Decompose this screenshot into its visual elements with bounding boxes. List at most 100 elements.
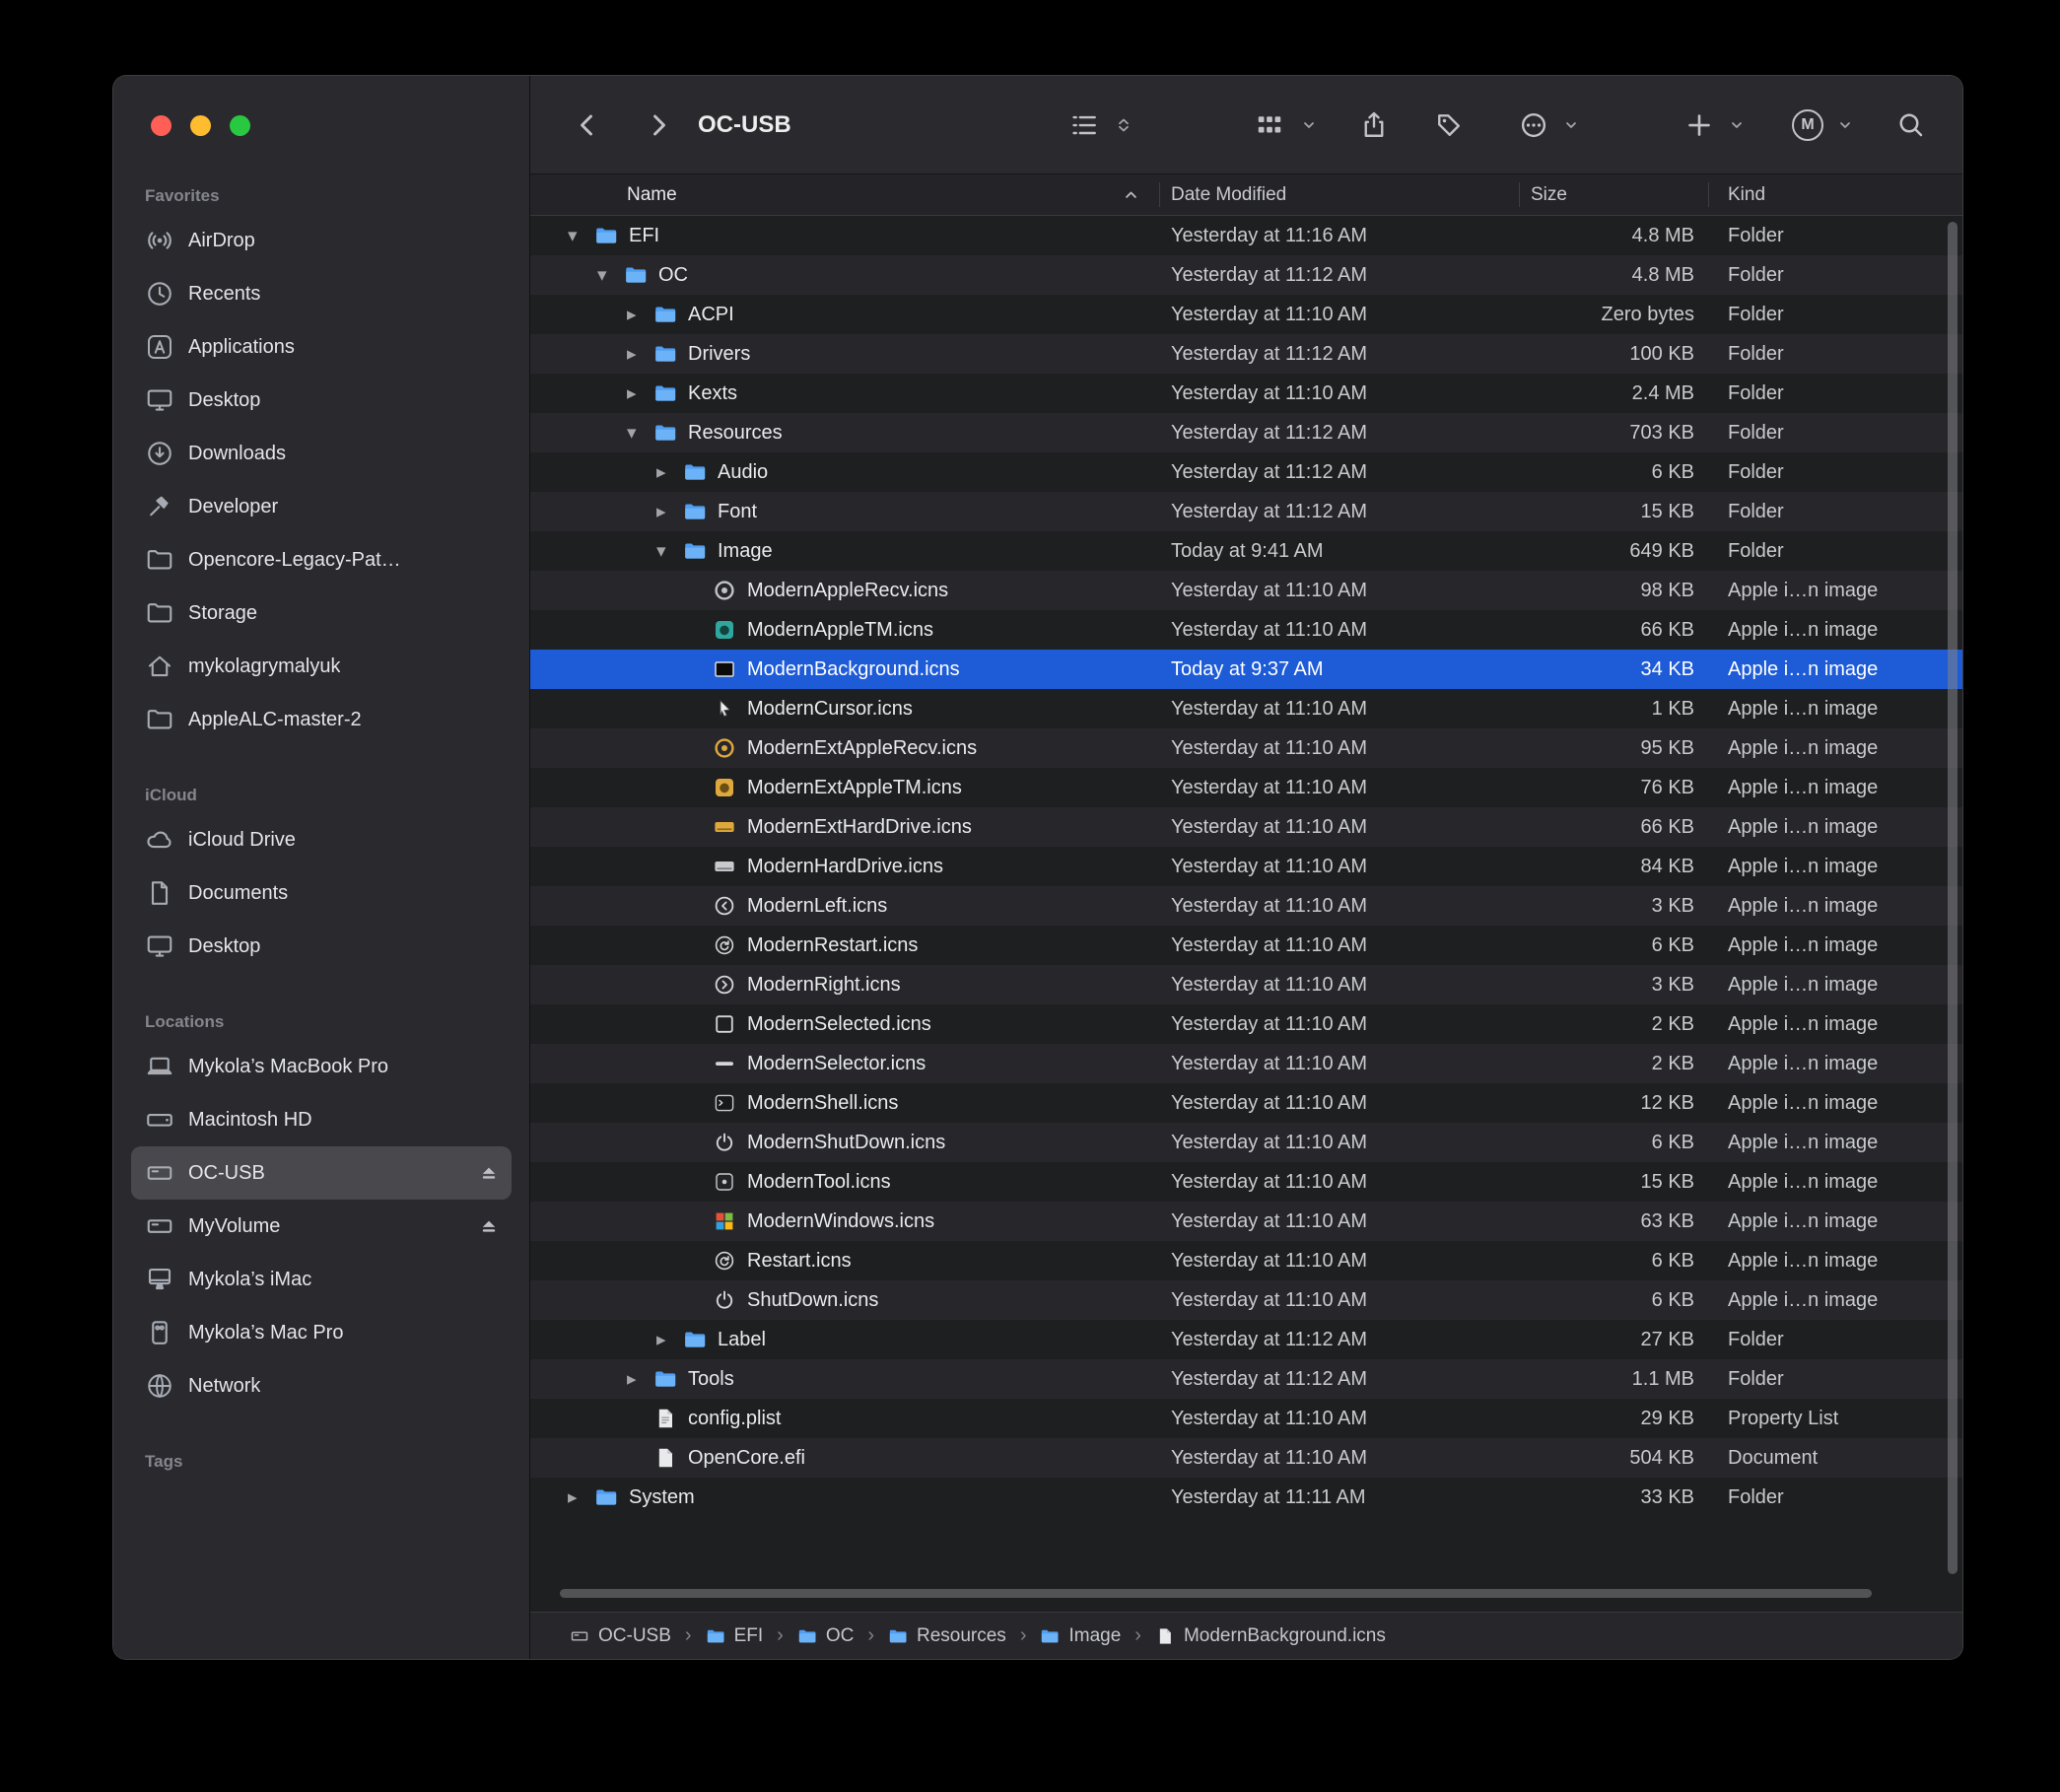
disclosure-triangle-icon[interactable]: ▾ bbox=[595, 264, 622, 287]
disclosure-triangle-icon[interactable]: ▾ bbox=[625, 422, 652, 445]
file-row[interactable]: ModernRestart.icnsYesterday at 11:10 AM6… bbox=[530, 926, 1962, 965]
sidebar-item-icloud-drive[interactable]: iCloud Drive bbox=[131, 813, 512, 866]
disclosure-triangle-icon[interactable]: ▸ bbox=[566, 1486, 592, 1509]
sidebar-item-desktop[interactable]: Desktop bbox=[131, 374, 512, 427]
disclosure-triangle-icon[interactable]: ▸ bbox=[625, 382, 652, 405]
file-row[interactable]: ModernExtAppleRecv.icnsYesterday at 11:1… bbox=[530, 728, 1962, 768]
list-view-icon[interactable] bbox=[1069, 110, 1099, 140]
disclosure-triangle-icon[interactable]: ▸ bbox=[654, 1329, 681, 1351]
airdrop-icon bbox=[145, 226, 174, 255]
file-row[interactable]: ModernBackground.icnsToday at 9:37 AM34 … bbox=[530, 650, 1962, 689]
file-row[interactable]: ModernAppleTM.icnsYesterday at 11:10 AM6… bbox=[530, 610, 1962, 650]
more-chevron-down-icon[interactable] bbox=[1563, 117, 1579, 133]
file-row[interactable]: ▸LabelYesterday at 11:12 AM27 KBFolder bbox=[530, 1320, 1962, 1359]
sidebar-item-oc-usb[interactable]: OC-USB bbox=[131, 1146, 512, 1200]
file-row[interactable]: ModernExtHardDrive.icnsYesterday at 11:1… bbox=[530, 807, 1962, 847]
file-row[interactable]: ▾OCYesterday at 11:12 AM4.8 MBFolder bbox=[530, 255, 1962, 295]
column-header-name[interactable]: Name bbox=[530, 184, 1159, 206]
sidebar-item-myvolume[interactable]: MyVolume bbox=[131, 1200, 512, 1253]
account-avatar[interactable]: M bbox=[1792, 109, 1823, 141]
forward-button[interactable] bbox=[644, 110, 673, 140]
vertical-scrollbar[interactable] bbox=[1948, 222, 1957, 1574]
disclosure-triangle-icon[interactable]: ▾ bbox=[654, 540, 681, 563]
search-icon[interactable] bbox=[1896, 110, 1926, 140]
file-row[interactable]: ▾ResourcesYesterday at 11:12 AM703 KBFol… bbox=[530, 413, 1962, 452]
file-row[interactable]: ModernWindows.icnsYesterday at 11:10 AM6… bbox=[530, 1202, 1962, 1241]
file-row[interactable]: ModernShutDown.icnsYesterday at 11:10 AM… bbox=[530, 1123, 1962, 1162]
path-item-image[interactable]: Image bbox=[1040, 1625, 1121, 1647]
file-row[interactable]: ShutDown.icnsYesterday at 11:10 AM6 KBAp… bbox=[530, 1280, 1962, 1320]
file-row[interactable]: config.plistYesterday at 11:10 AM29 KBPr… bbox=[530, 1399, 1962, 1438]
file-row[interactable]: ▸ACPIYesterday at 11:10 AMZero bytesFold… bbox=[530, 295, 1962, 334]
eject-button[interactable] bbox=[478, 1162, 500, 1184]
minimize-window-button[interactable] bbox=[190, 115, 211, 136]
file-row[interactable]: ▸KextsYesterday at 11:10 AM2.4 MBFolder bbox=[530, 374, 1962, 413]
sidebar-item-airdrop[interactable]: AirDrop bbox=[131, 214, 512, 267]
disclosure-triangle-icon[interactable]: ▸ bbox=[625, 343, 652, 366]
folder-icon bbox=[652, 420, 678, 447]
path-item-oc-usb[interactable]: OC-USB bbox=[570, 1625, 671, 1647]
file-row[interactable]: ModernTool.icnsYesterday at 11:10 AM15 K… bbox=[530, 1162, 1962, 1202]
file-row[interactable]: ModernSelected.icnsYesterday at 11:10 AM… bbox=[530, 1004, 1962, 1044]
sidebar-item-mykola-s-mac-pro[interactable]: Mykola’s Mac Pro bbox=[131, 1306, 512, 1359]
disclosure-triangle-icon[interactable]: ▸ bbox=[625, 304, 652, 326]
file-row[interactable]: ▸SystemYesterday at 11:11 AM33 KBFolder bbox=[530, 1478, 1962, 1517]
sidebar-item-mykola-s-imac[interactable]: Mykola’s iMac bbox=[131, 1253, 512, 1306]
file-row[interactable]: OpenCore.efiYesterday at 11:10 AM504 KBD… bbox=[530, 1438, 1962, 1478]
file-row[interactable]: ▾EFIYesterday at 11:16 AM4.8 MBFolder bbox=[530, 216, 1962, 255]
eject-button[interactable] bbox=[478, 1215, 500, 1237]
tag-icon[interactable] bbox=[1434, 110, 1464, 140]
file-row[interactable]: ModernShell.icnsYesterday at 11:10 AM12 … bbox=[530, 1083, 1962, 1123]
path-item-modernbackground-icns[interactable]: ModernBackground.icns bbox=[1155, 1625, 1386, 1647]
group-chevron-down-icon[interactable] bbox=[1301, 117, 1317, 133]
sidebar-item-recents[interactable]: Recents bbox=[131, 267, 512, 320]
column-header-size[interactable]: Size bbox=[1519, 184, 1708, 206]
sidebar-item-downloads[interactable]: Downloads bbox=[131, 427, 512, 480]
share-icon[interactable] bbox=[1359, 110, 1389, 140]
sidebar-item-mykolagrymalyuk[interactable]: mykolagrymalyuk bbox=[131, 640, 512, 693]
column-header-kind[interactable]: Kind bbox=[1708, 184, 1962, 206]
path-item-resources[interactable]: Resources bbox=[888, 1625, 1006, 1647]
group-icon[interactable] bbox=[1255, 110, 1284, 140]
file-row[interactable]: ▸AudioYesterday at 11:12 AM6 KBFolder bbox=[530, 452, 1962, 492]
add-chevron-down-icon[interactable] bbox=[1729, 117, 1745, 133]
disclosure-triangle-icon[interactable]: ▸ bbox=[654, 461, 681, 484]
more-options-icon[interactable] bbox=[1519, 110, 1548, 140]
file-row[interactable]: ▸ToolsYesterday at 11:12 AM1.1 MBFolder bbox=[530, 1359, 1962, 1399]
sidebar-item-opencore-legacy-pat[interactable]: Opencore-Legacy-Pat… bbox=[131, 533, 512, 586]
file-row[interactable]: ModernAppleRecv.icnsYesterday at 11:10 A… bbox=[530, 571, 1962, 610]
close-window-button[interactable] bbox=[151, 115, 172, 136]
add-icon[interactable] bbox=[1684, 110, 1714, 140]
sidebar-item-applications[interactable]: Applications bbox=[131, 320, 512, 374]
column-header-date[interactable]: Date Modified bbox=[1159, 184, 1519, 206]
sidebar-item-storage[interactable]: Storage bbox=[131, 586, 512, 640]
file-row[interactable]: ModernCursor.icnsYesterday at 11:10 AM1 … bbox=[530, 689, 1962, 728]
file-row[interactable]: ▸DriversYesterday at 11:12 AM100 KBFolde… bbox=[530, 334, 1962, 374]
disclosure-triangle-icon[interactable]: ▸ bbox=[654, 501, 681, 523]
file-row[interactable]: ▾ImageToday at 9:41 AM649 KBFolder bbox=[530, 531, 1962, 571]
sidebar-item-mykola-s-macbook-pro[interactable]: Mykola’s MacBook Pro bbox=[131, 1040, 512, 1093]
sidebar-item-applealc-master-2[interactable]: AppleALC-master-2 bbox=[131, 693, 512, 746]
disclosure-triangle-icon[interactable]: ▸ bbox=[625, 1368, 652, 1391]
file-row[interactable]: ModernSelector.icnsYesterday at 11:10 AM… bbox=[530, 1044, 1962, 1083]
file-row[interactable]: ModernLeft.icnsYesterday at 11:10 AM3 KB… bbox=[530, 886, 1962, 926]
disclosure-triangle-icon[interactable]: ▾ bbox=[566, 225, 592, 247]
path-item-oc[interactable]: OC bbox=[797, 1625, 855, 1647]
horizontal-scrollbar[interactable] bbox=[560, 1589, 1872, 1598]
folder-icon bbox=[622, 262, 649, 289]
sidebar-item-network[interactable]: Network bbox=[131, 1359, 512, 1413]
file-row[interactable]: ModernExtAppleTM.icnsYesterday at 11:10 … bbox=[530, 768, 1962, 807]
file-row[interactable]: ModernRight.icnsYesterday at 11:10 AM3 K… bbox=[530, 965, 1962, 1004]
file-row[interactable]: ModernHardDrive.icnsYesterday at 11:10 A… bbox=[530, 847, 1962, 886]
view-mode-chevrons-icon[interactable] bbox=[1116, 117, 1132, 133]
account-chevron-down-icon[interactable] bbox=[1837, 117, 1853, 133]
back-button[interactable] bbox=[573, 110, 602, 140]
sidebar-item-documents[interactable]: Documents bbox=[131, 866, 512, 920]
zoom-window-button[interactable] bbox=[230, 115, 250, 136]
sidebar-item-desktop[interactable]: Desktop bbox=[131, 920, 512, 973]
sidebar-item-macintosh-hd[interactable]: Macintosh HD bbox=[131, 1093, 512, 1146]
file-row[interactable]: ▸FontYesterday at 11:12 AM15 KBFolder bbox=[530, 492, 1962, 531]
file-row[interactable]: Restart.icnsYesterday at 11:10 AM6 KBApp… bbox=[530, 1241, 1962, 1280]
path-item-efi[interactable]: EFI bbox=[706, 1625, 764, 1647]
sidebar-item-developer[interactable]: Developer bbox=[131, 480, 512, 533]
